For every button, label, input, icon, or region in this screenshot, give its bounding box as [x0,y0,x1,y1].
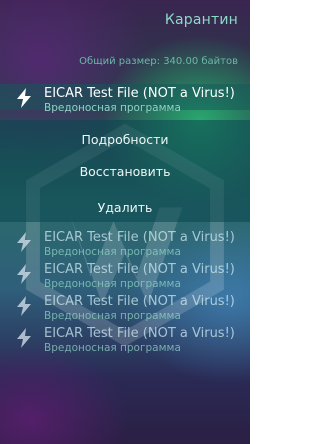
bolt-icon [17,88,31,108]
list-item[interactable]: EICAR Test File (NOT a Virus!) Вредоносн… [0,260,250,290]
details-menu-item[interactable]: Подробности [0,132,250,147]
restore-menu-item[interactable]: Восстановить [0,164,250,179]
bolt-icon [17,296,31,316]
bolt-icon [17,328,31,348]
item-subtitle: Вредоносная программа [44,102,181,114]
item-title: EICAR Test File (NOT a Virus!) [44,326,235,341]
item-title: EICAR Test File (NOT a Virus!) [44,230,235,245]
list-item[interactable]: EICAR Test File (NOT a Virus!) Вредоносн… [0,324,250,354]
list-item[interactable]: EICAR Test File (NOT a Virus!) Вредоносн… [0,228,250,258]
quarantine-screen: Карантин Общий размер: 340.00 байтов EIC… [0,0,250,444]
item-subtitle: Вредоносная программа [44,310,181,322]
item-title: EICAR Test File (NOT a Virus!) [44,262,235,277]
item-subtitle: Вредоносная программа [44,342,181,354]
item-subtitle: Вредоносная программа [44,246,181,258]
item-title: EICAR Test File (NOT a Virus!) [44,294,235,309]
bolt-icon [17,232,31,252]
item-subtitle: Вредоносная программа [44,278,181,290]
item-title: EICAR Test File (NOT a Virus!) [44,86,235,101]
total-size-label: Общий размер: 340.00 байтов [79,56,238,67]
list-item[interactable]: EICAR Test File (NOT a Virus!) Вредоносн… [0,292,250,322]
delete-menu-item[interactable]: Удалить [0,200,250,215]
list-item-selected[interactable]: EICAR Test File (NOT a Virus!) Вредоносн… [0,84,250,114]
quarantine-list: EICAR Test File (NOT a Virus!) Вредоносн… [0,84,250,114]
bolt-icon [17,264,31,284]
page-title: Карантин [164,12,238,28]
context-menu: Подробности Восстановить Удалить [0,120,250,222]
